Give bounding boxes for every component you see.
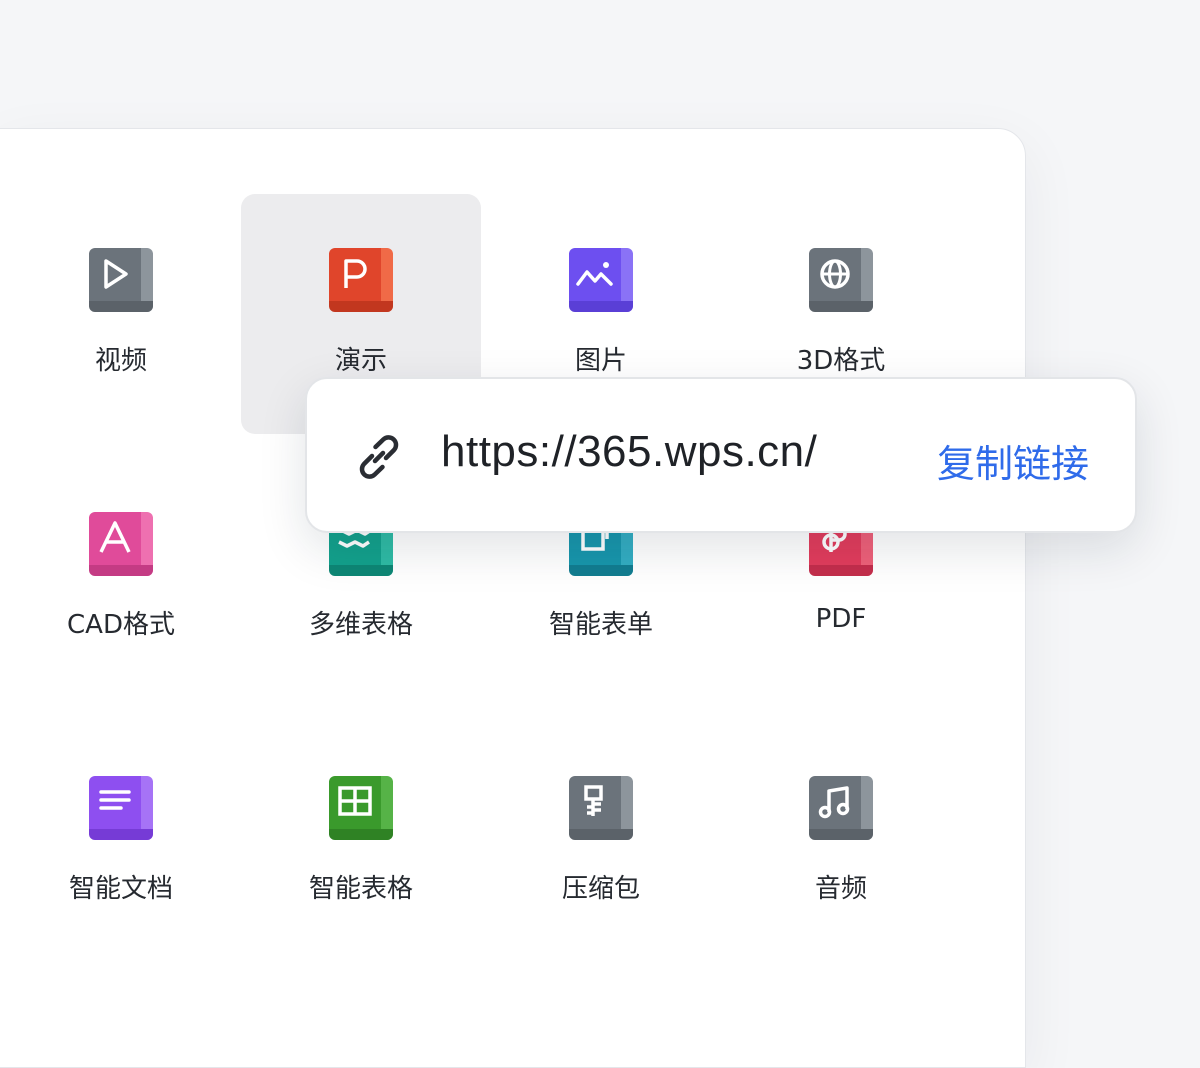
file-type-label: 多维表格: [308, 610, 413, 640]
smart-document-icon: [89, 776, 153, 840]
file-type-label: 智能表格: [308, 874, 413, 904]
file-type-label: 智能表单: [548, 610, 653, 640]
file-type-zip[interactable]: 压缩包: [481, 722, 721, 962]
file-type-label: 图片: [574, 346, 627, 376]
file-type-label: 智能文档: [68, 874, 173, 904]
smart-spreadsheet-icon: [329, 776, 393, 840]
file-type-label: 3D格式: [796, 346, 886, 376]
file-type-smart-spreadsheet[interactable]: 智能表格: [241, 722, 481, 962]
image-mountain-icon: [569, 248, 633, 312]
share-url[interactable]: https://365.wps.cn/: [441, 427, 817, 477]
file-type-video[interactable]: 视频: [1, 194, 241, 434]
file-type-label: PDF: [815, 604, 867, 634]
zip-archive-icon: [569, 776, 633, 840]
presentation-p-icon: [329, 248, 393, 312]
file-type-label: CAD格式: [67, 610, 175, 640]
copy-link-button[interactable]: 复制链接: [937, 433, 1089, 488]
file-type-label: 音频: [814, 874, 867, 904]
file-type-audio[interactable]: 音频: [721, 722, 961, 962]
cad-letter-a-icon: [89, 512, 153, 576]
music-note-icon: [809, 776, 873, 840]
file-type-panel: 视频 演示 图片 3D格式 CAD格式 多维表格 智能表单 PDF 智能文档 智…: [0, 128, 1026, 1068]
file-type-label: 演示: [334, 346, 387, 376]
video-play-icon: [89, 248, 153, 312]
file-type-smart-document[interactable]: 智能文档: [1, 722, 241, 962]
file-type-label: 视频: [94, 346, 147, 376]
file-type-label: 压缩包: [561, 874, 640, 904]
share-link-popup: https://365.wps.cn/ 复制链接: [305, 377, 1137, 533]
file-type-cad[interactable]: CAD格式: [1, 458, 241, 698]
globe-icon: [809, 248, 873, 312]
link-icon: [359, 435, 399, 479]
